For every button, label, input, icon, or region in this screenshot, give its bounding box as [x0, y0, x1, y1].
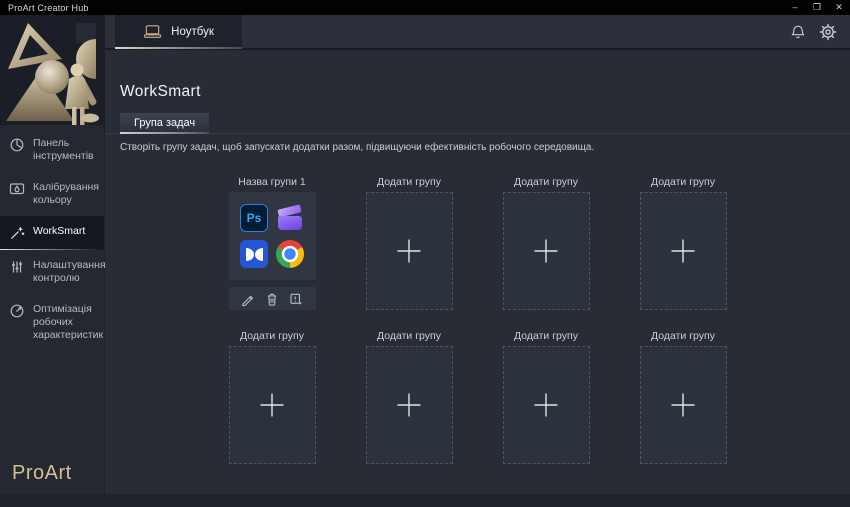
add-group-card[interactable] — [503, 192, 590, 310]
gear-icon[interactable] — [819, 23, 837, 41]
sidebar-item-label: Калібрування кольору — [33, 181, 99, 207]
add-group-label: Додати групу — [366, 331, 453, 342]
dolby-glyph-left — [246, 248, 254, 261]
proart-logo: ProArt — [12, 462, 72, 485]
titlebar: ProArt Creator Hub – ❐ ✕ — [0, 0, 850, 15]
task-group-grid: Назва групи 1 Ps — [105, 177, 850, 464]
tabstrip: Група задач — [105, 113, 850, 134]
add-group-card[interactable] — [640, 192, 727, 310]
clapperboard-bottom — [278, 216, 302, 230]
add-group-card[interactable] — [503, 346, 590, 464]
tab-task-group[interactable]: Група задач — [120, 113, 209, 133]
page-title: WorkSmart — [120, 82, 850, 101]
magic-wand-icon — [9, 225, 25, 241]
plus-icon — [531, 390, 561, 420]
edit-pencil-icon[interactable] — [241, 292, 255, 306]
laptop-icon — [143, 24, 162, 39]
add-group-cell: Додати групу — [503, 177, 590, 310]
plus-icon — [257, 390, 287, 420]
gauge-icon — [9, 303, 25, 319]
photoshop-app-icon: Ps — [240, 204, 268, 232]
launch-group-icon[interactable] — [289, 292, 303, 306]
plus-icon — [531, 236, 561, 266]
add-group-label: Додати групу — [366, 177, 453, 188]
plus-icon — [394, 390, 424, 420]
maximize-icon[interactable]: ❐ — [806, 0, 828, 15]
group-app-icons: Ps — [229, 192, 316, 280]
task-group-card[interactable]: Ps — [229, 192, 316, 310]
sidebar: Панель інструментів Калібрування кольору — [0, 15, 105, 507]
add-group-cell: Додати групу — [640, 177, 727, 310]
minimize-icon[interactable]: – — [784, 0, 806, 15]
add-group-card[interactable] — [229, 346, 316, 464]
chrome-app-icon — [276, 240, 304, 268]
bell-icon[interactable] — [790, 24, 806, 40]
device-tab-label: Ноутбук — [171, 26, 214, 38]
add-group-cell: Додати групу — [503, 331, 590, 464]
tab-device-laptop[interactable]: Ноутбук — [115, 15, 242, 48]
dashboard-icon — [9, 137, 25, 153]
header-bar: Ноутбук — [105, 15, 850, 50]
plus-icon — [668, 390, 698, 420]
sidebar-item-color-calibration[interactable]: Калібрування кольору — [0, 172, 104, 216]
add-group-label: Додати групу — [640, 177, 727, 188]
sidebar-item-label: Налаштування контролю — [33, 259, 106, 285]
clipchamp-app-icon — [276, 204, 304, 232]
sidebar-nav: Панель інструментів Калібрування кольору — [0, 128, 104, 351]
window-title: ProArt Creator Hub — [0, 3, 89, 13]
dolby-glyph-right — [255, 248, 263, 261]
plus-icon — [668, 236, 698, 266]
add-group-cell: Додати групу — [640, 331, 727, 464]
add-group-label: Додати групу — [503, 177, 590, 188]
add-group-card[interactable] — [640, 346, 727, 464]
add-group-cell: Додати групу — [366, 177, 453, 310]
proart-creator-hub-window: ProArt Creator Hub – ❐ ✕ Ноутбук — [0, 0, 850, 507]
plus-icon — [394, 236, 424, 266]
add-group-label: Додати групу — [640, 331, 727, 342]
task-group-cell: Назва групи 1 Ps — [229, 177, 316, 310]
add-group-card[interactable] — [366, 346, 453, 464]
footer-strip — [0, 494, 850, 507]
sidebar-item-control-settings[interactable]: Налаштування контролю — [0, 250, 104, 294]
add-group-cell: Додати групу — [229, 331, 316, 464]
header-icons — [790, 15, 837, 48]
sidebar-item-worksmart[interactable]: WorkSmart — [0, 216, 104, 250]
trash-icon[interactable] — [265, 292, 279, 306]
close-icon[interactable]: ✕ — [828, 0, 850, 15]
sidebar-item-label: Панель інструментів — [33, 137, 98, 163]
color-calibration-icon — [9, 181, 25, 197]
group-toolbar — [229, 287, 316, 310]
group-name-label: Назва групи 1 — [229, 177, 316, 188]
sidebar-item-label: Оптимізація робочих характеристик — [33, 303, 103, 342]
add-group-label: Додати групу — [229, 331, 316, 342]
sliders-icon — [9, 259, 25, 275]
dolby-app-icon — [240, 240, 268, 268]
proart-abstract-art — [0, 15, 105, 125]
sidebar-item-dashboard[interactable]: Панель інструментів — [0, 128, 104, 172]
add-group-card[interactable] — [366, 192, 453, 310]
window-controls: – ❐ ✕ — [784, 0, 850, 15]
add-group-label: Додати групу — [503, 331, 590, 342]
add-group-cell: Додати групу — [366, 331, 453, 464]
sidebar-item-performance-optimization[interactable]: Оптимізація робочих характеристик — [0, 294, 104, 351]
task-group-description: Створіть групу задач, щоб запускати дода… — [120, 142, 850, 154]
sidebar-item-label: WorkSmart — [33, 225, 85, 238]
main-content: WorkSmart Група задач Створіть групу зад… — [105, 50, 850, 494]
